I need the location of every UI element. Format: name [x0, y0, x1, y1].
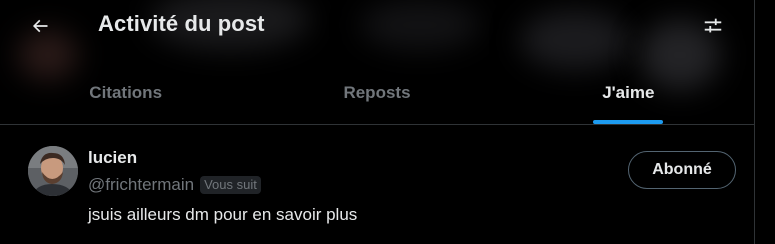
right-gutter	[755, 0, 775, 244]
tab-label: J'aime	[602, 83, 655, 102]
page-title: Activité du post	[98, 11, 265, 36]
page-header: Activité du post Citations Reposts J'aim…	[0, 0, 754, 124]
list-item[interactable]: lucien @frichtermain Vous suit jsuis ail…	[0, 125, 754, 244]
following-button[interactable]: Abonné	[628, 151, 736, 189]
sliders-icon	[704, 18, 722, 33]
user-handle[interactable]: @frichtermain	[88, 175, 194, 195]
tab-likes[interactable]: J'aime	[503, 62, 754, 124]
user-handle-line: @frichtermain Vous suit	[88, 175, 261, 195]
user-display-name[interactable]: lucien	[88, 148, 137, 168]
user-bio: jsuis ailleurs dm pour en savoir plus	[88, 205, 358, 224]
post-activity-panel: Activité du post Citations Reposts J'aim…	[0, 0, 755, 244]
avatar-image	[28, 146, 78, 196]
tab-reposts[interactable]: Reposts	[251, 62, 502, 124]
tab-label: Citations	[89, 83, 163, 102]
arrow-left-icon	[32, 19, 48, 33]
tab-label: Reposts	[343, 83, 411, 102]
filter-settings-button[interactable]	[693, 6, 733, 46]
back-button[interactable]	[20, 6, 60, 46]
activity-tabs: Citations Reposts J'aime	[0, 62, 754, 124]
follows-you-badge: Vous suit	[200, 176, 261, 194]
avatar[interactable]	[28, 146, 78, 196]
tab-citations[interactable]: Citations	[0, 62, 251, 124]
